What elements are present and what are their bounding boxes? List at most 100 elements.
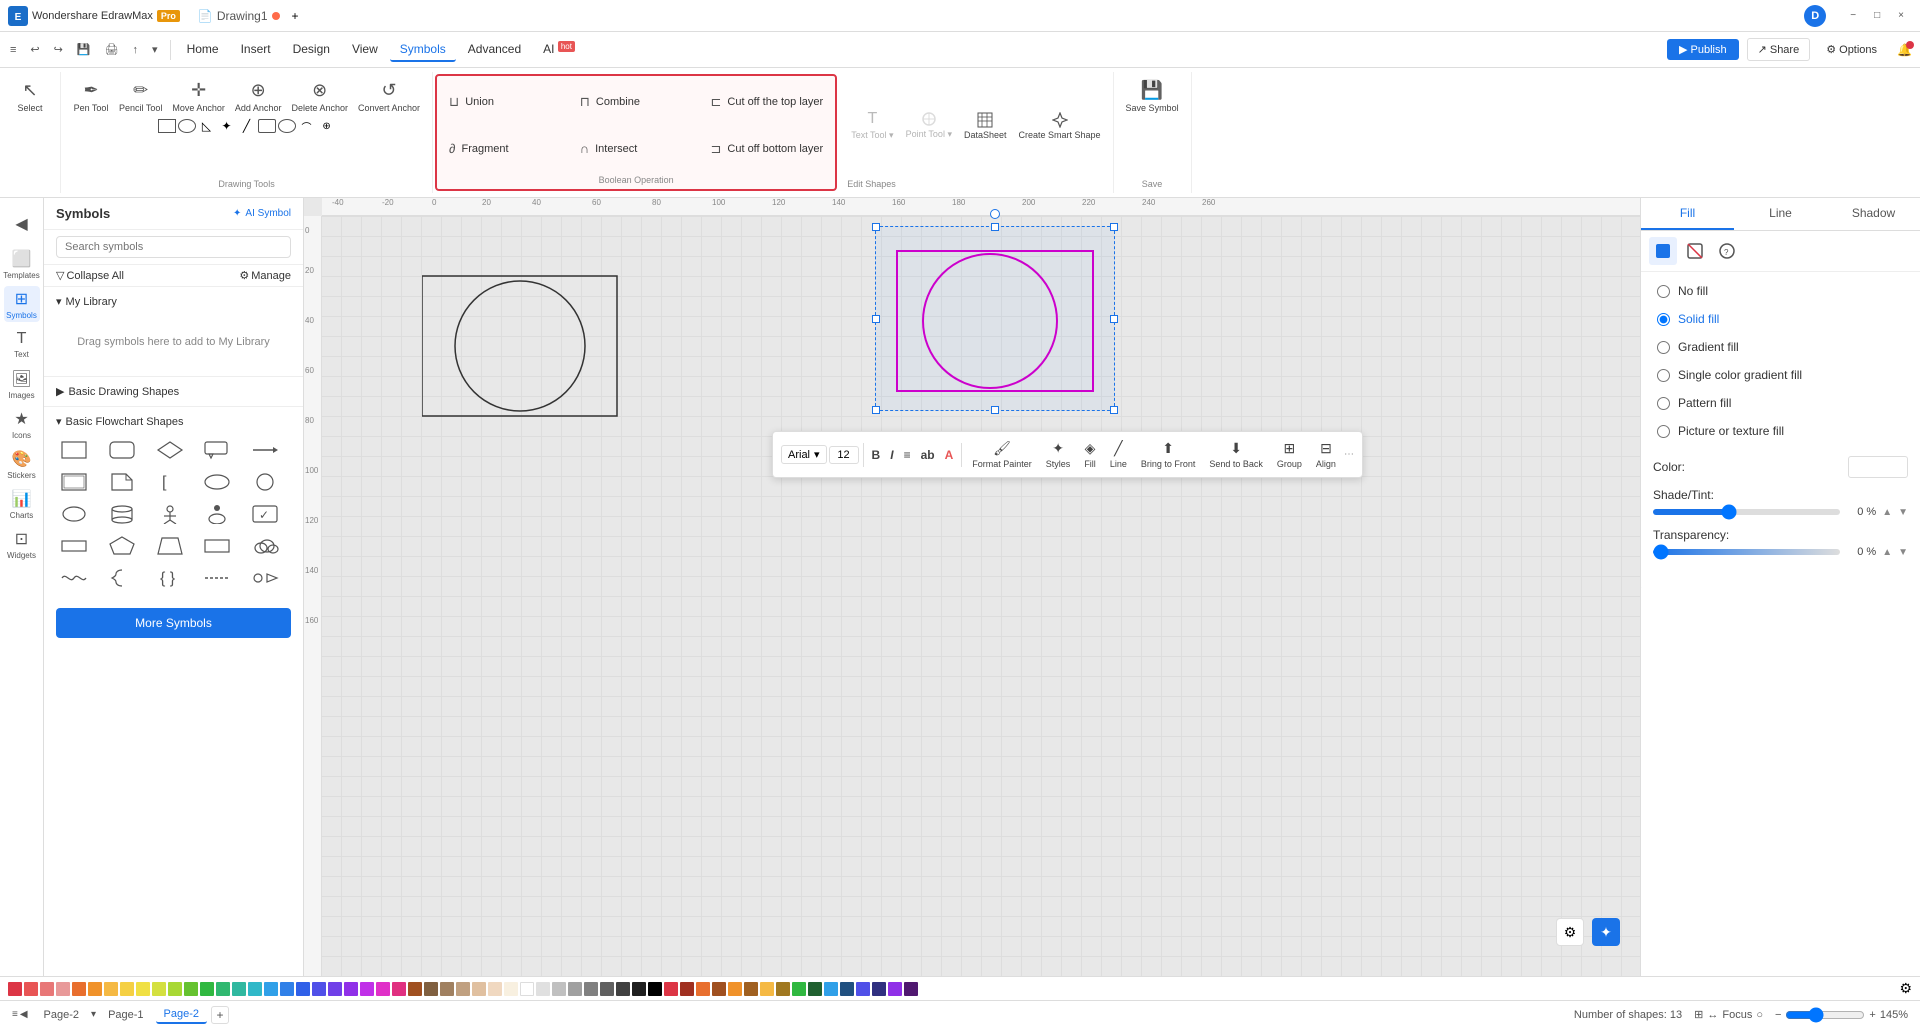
color-swatch[interactable] (776, 982, 790, 996)
textformat-button[interactable]: ab (917, 446, 939, 464)
shape-misc2[interactable] (247, 564, 283, 592)
menu-ai[interactable]: AI hot (533, 38, 585, 62)
color-swatch[interactable] (184, 982, 198, 996)
color-swatch[interactable] (856, 982, 870, 996)
shape-pentagon[interactable] (104, 532, 140, 560)
basic-drawing-header[interactable]: ▶ Basic Drawing Shapes (56, 381, 291, 402)
share-button[interactable]: ↗ Share (1747, 38, 1811, 61)
tab-close-dot[interactable] (272, 12, 280, 20)
color-swatch[interactable] (328, 982, 342, 996)
color-swatch[interactable] (632, 982, 646, 996)
color-swatch[interactable] (648, 982, 662, 996)
color-swatch[interactable] (664, 982, 678, 996)
color-swatch[interactable] (840, 982, 854, 996)
combine-button[interactable]: ⊓ Combine (572, 80, 701, 125)
sidebar-item-widgets[interactable]: ⊡ Widgets (4, 526, 40, 562)
color-swatch[interactable] (312, 982, 326, 996)
color-swatch[interactable] (712, 982, 726, 996)
color-swatch[interactable] (216, 982, 230, 996)
color-swatch[interactable] (600, 982, 614, 996)
fit-width-button[interactable]: ↔ (1707, 1009, 1718, 1021)
sidebar-item-icons[interactable]: ★ Icons (4, 406, 40, 442)
shape-diamond[interactable] (152, 436, 188, 464)
my-library-header[interactable]: ▾ My Library (56, 291, 291, 312)
notification-button[interactable]: 🔔 (1893, 39, 1916, 61)
cut-bottom-button[interactable]: ⊐ Cut off bottom layer (702, 127, 831, 172)
line-button[interactable]: ╱ Line (1104, 436, 1133, 473)
point-tool-button[interactable]: Point Tool ▾ (902, 107, 956, 144)
color-swatch[interactable] (728, 982, 742, 996)
page-dropdown-button[interactable]: ▾ (91, 1009, 96, 1020)
shape-group-2[interactable] (875, 226, 1115, 411)
menu-design[interactable]: Design (283, 38, 340, 62)
color-swatch[interactable] (168, 982, 182, 996)
add-anchor-button[interactable]: ⊕ Add Anchor (231, 76, 286, 117)
menu-advanced[interactable]: Advanced (458, 38, 531, 62)
color-swatch[interactable] (200, 982, 214, 996)
align-shapes-button[interactable]: ⊟ Align (1310, 436, 1342, 473)
manage-button[interactable]: ⚙ Manage (239, 269, 291, 282)
shape-arrow[interactable] (247, 436, 283, 464)
color-swatch[interactable] (904, 982, 918, 996)
color-swatch[interactable] (616, 982, 630, 996)
color-swatch[interactable] (152, 982, 166, 996)
color-swatch[interactable] (472, 982, 486, 996)
color-swatch[interactable] (56, 982, 70, 996)
close-button[interactable]: × (1890, 6, 1912, 25)
gradient-fill-radio[interactable] (1657, 341, 1670, 354)
transparency-increment[interactable]: ▲ (1882, 547, 1892, 558)
color-swatch[interactable] (792, 982, 806, 996)
fit-page-button[interactable]: ⊞ (1694, 1008, 1703, 1021)
add-tab-button[interactable]: + (292, 9, 299, 23)
solid-fill-radio[interactable] (1657, 313, 1670, 326)
shape-rect2[interactable] (56, 468, 92, 496)
pen-tool-button[interactable]: ✒ Pen Tool (69, 76, 113, 117)
focus-button[interactable]: Focus (1722, 1009, 1752, 1021)
shape-rounded-rect[interactable] (104, 436, 140, 464)
line-tab[interactable]: Line (1734, 198, 1827, 230)
shade-slider[interactable] (1653, 509, 1840, 515)
sidebar-item-charts[interactable]: 📊 Charts (4, 486, 40, 522)
zoom-in-button[interactable]: + (1869, 1009, 1875, 1021)
menu-home[interactable]: Home (177, 38, 229, 62)
save-symbol-button[interactable]: 💾 Save Symbol (1122, 76, 1183, 117)
no-fill-radio[interactable] (1657, 285, 1670, 298)
color-swatch[interactable] (392, 982, 406, 996)
panel-tool-3[interactable]: ? (1713, 237, 1741, 265)
more-button[interactable]: ▾ (146, 39, 164, 60)
page-list-button[interactable]: ≡ (12, 1009, 18, 1020)
pattern-fill-radio[interactable] (1657, 397, 1670, 410)
color-swatch[interactable] (760, 982, 774, 996)
color-preview[interactable] (1848, 456, 1908, 478)
export-button[interactable]: ↑ (127, 40, 145, 60)
shape-trapezoid[interactable] (152, 532, 188, 560)
rect2-shape-tool[interactable] (258, 119, 276, 133)
triangle-shape-tool[interactable]: ◺ (198, 119, 216, 133)
color-swatch[interactable] (888, 982, 902, 996)
cut-top-button[interactable]: ⊏ Cut off the top layer (702, 80, 831, 125)
page-tab-2-active[interactable]: Page-2 (156, 1006, 207, 1024)
maximize-button[interactable]: □ (1866, 6, 1888, 25)
move-anchor-button[interactable]: ✛ Move Anchor (168, 76, 229, 117)
sidebar-item-stickers[interactable]: 🎨 Stickers (4, 446, 40, 482)
bring-to-front-button[interactable]: ⬆ Bring to Front (1135, 436, 1202, 473)
texture-fill-radio[interactable] (1657, 425, 1670, 438)
rect-shape-tool[interactable] (158, 119, 176, 133)
color-swatch[interactable] (824, 982, 838, 996)
color-swatch[interactable] (744, 982, 758, 996)
color-swatch[interactable] (104, 982, 118, 996)
text-color-button[interactable]: A (941, 446, 958, 464)
font-selector[interactable]: Arial ▾ (781, 445, 827, 464)
rotate-handle[interactable] (990, 209, 1000, 219)
tab-file[interactable]: 📄 Drawing1 (188, 5, 290, 27)
color-swatch[interactable] (120, 982, 134, 996)
sidebar-collapse-nav[interactable]: ◀ (4, 206, 40, 242)
fill-tab[interactable]: Fill (1641, 198, 1734, 230)
color-swatch[interactable] (568, 982, 582, 996)
cross-shape-tool[interactable]: ⊕ (318, 119, 336, 133)
color-swatch[interactable] (280, 982, 294, 996)
shape-curly-brace[interactable] (104, 564, 140, 592)
sidebar-item-text[interactable]: T Text (4, 326, 40, 362)
collapse-all-button[interactable]: ▽ Collapse All (56, 269, 124, 282)
color-settings-button[interactable]: ⚙ (1899, 980, 1912, 997)
